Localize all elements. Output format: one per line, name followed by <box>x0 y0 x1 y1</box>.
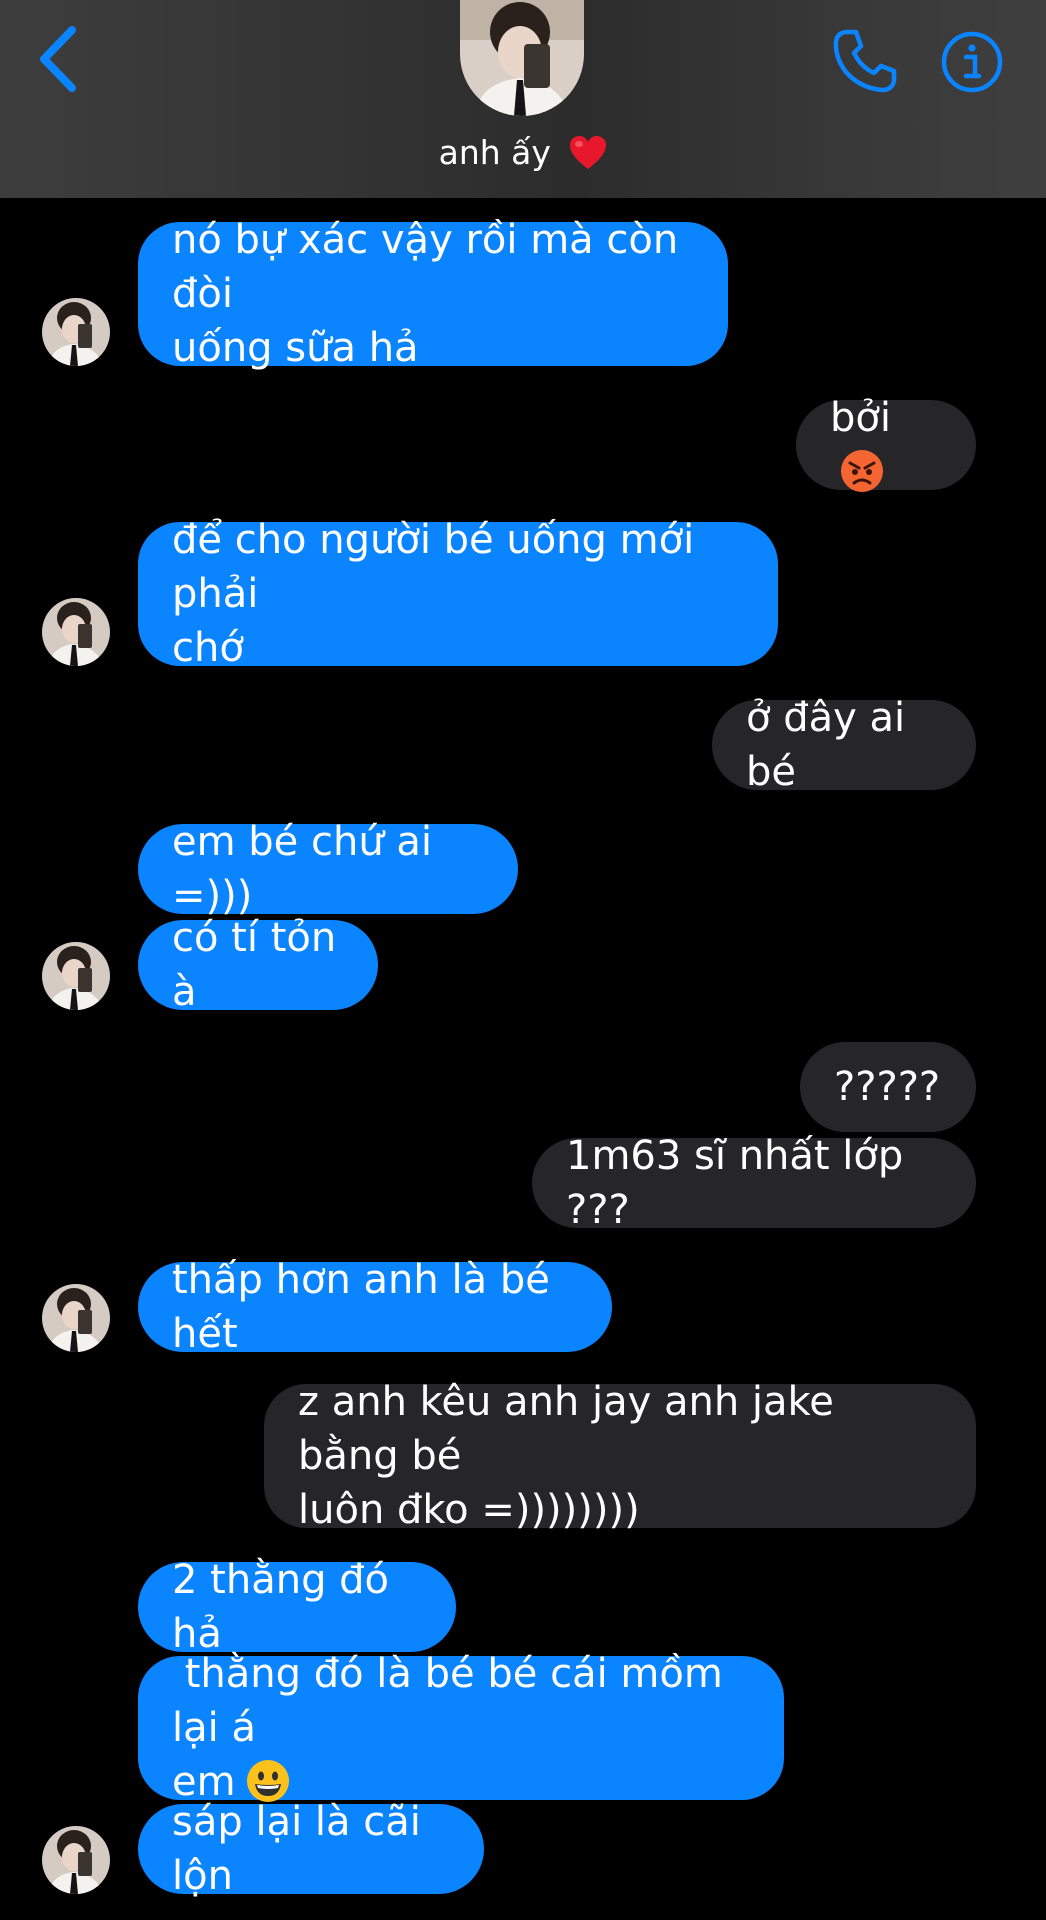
avatar[interactable] <box>42 298 110 366</box>
back-button[interactable] <box>30 22 90 96</box>
contact-name: anh ấy <box>438 133 551 172</box>
incoming-message[interactable]: có tí tỏn à <box>138 915 378 1015</box>
message-text: z anh kêu anh jay anh jake bằng bé luôn … <box>298 1379 834 1533</box>
message-text: 2 thằng đó hả <box>172 1557 402 1657</box>
message-text: nó bự xác vậy rồi mà còn đòi uống sữa hả <box>172 217 679 371</box>
avatar[interactable] <box>42 598 110 666</box>
incoming-message[interactable]: nó bự xác vậy rồi mà còn đòi uống sữa hả <box>138 217 728 371</box>
avatar[interactable] <box>42 942 110 1010</box>
incoming-message[interactable]: thằng đó là bé bé cái mồm lại á em <box>138 1651 784 1805</box>
info-icon <box>941 31 1003 93</box>
message-text: em bé chứ ai =))) <box>172 819 445 919</box>
chevron-left-icon <box>40 26 76 92</box>
message-text: 1m63 sĩ nhất lớp ??? <box>566 1133 917 1233</box>
message-text: sáp lại là cãi lộn <box>172 1799 434 1899</box>
outgoing-message[interactable]: z anh kêu anh jay anh jake bằng bé luôn … <box>264 1379 976 1533</box>
message-text: thằng đó là bé bé cái mồm lại á em <box>172 1651 723 1805</box>
conversation-header: anh ấy <box>0 0 1046 198</box>
incoming-message[interactable]: thấp hơn anh là bé hết <box>138 1257 612 1357</box>
message-text: có tí tỏn à <box>172 915 349 1015</box>
red-heart-emoji <box>570 136 607 169</box>
incoming-message[interactable]: sáp lại là cãi lộn <box>138 1799 484 1899</box>
message-text: thấp hơn anh là bé hết <box>172 1257 563 1357</box>
incoming-message[interactable]: em bé chứ ai =))) <box>138 819 518 919</box>
message-text: để cho người bé uống mới phải chớ <box>172 517 695 671</box>
call-button[interactable] <box>830 26 900 96</box>
contact-name-row[interactable]: anh ấy <box>0 128 1046 178</box>
phone-icon <box>833 29 897 93</box>
outgoing-message[interactable]: bởi <box>796 395 976 492</box>
message-text: bởi <box>830 391 942 499</box>
avatar[interactable] <box>42 1284 110 1352</box>
avatar[interactable] <box>42 1826 110 1894</box>
contact-avatar[interactable] <box>460 0 584 116</box>
incoming-message[interactable]: 2 thằng đó hả <box>138 1557 456 1657</box>
outgoing-message[interactable]: ở đây ai bé <box>712 695 976 795</box>
chat-screen: anh ấy nó bự xác vậy rồi mà còn đòi uống… <box>0 0 1046 1920</box>
message-text: ở đây ai bé <box>746 695 918 795</box>
outgoing-message[interactable]: ????? <box>800 1042 976 1132</box>
info-button[interactable] <box>940 30 1004 94</box>
message-text: ????? <box>834 1064 941 1110</box>
outgoing-message[interactable]: 1m63 sĩ nhất lớp ??? <box>532 1133 976 1233</box>
angry-face-emoji <box>841 450 883 492</box>
incoming-message[interactable]: để cho người bé uống mới phải chớ <box>138 517 778 671</box>
